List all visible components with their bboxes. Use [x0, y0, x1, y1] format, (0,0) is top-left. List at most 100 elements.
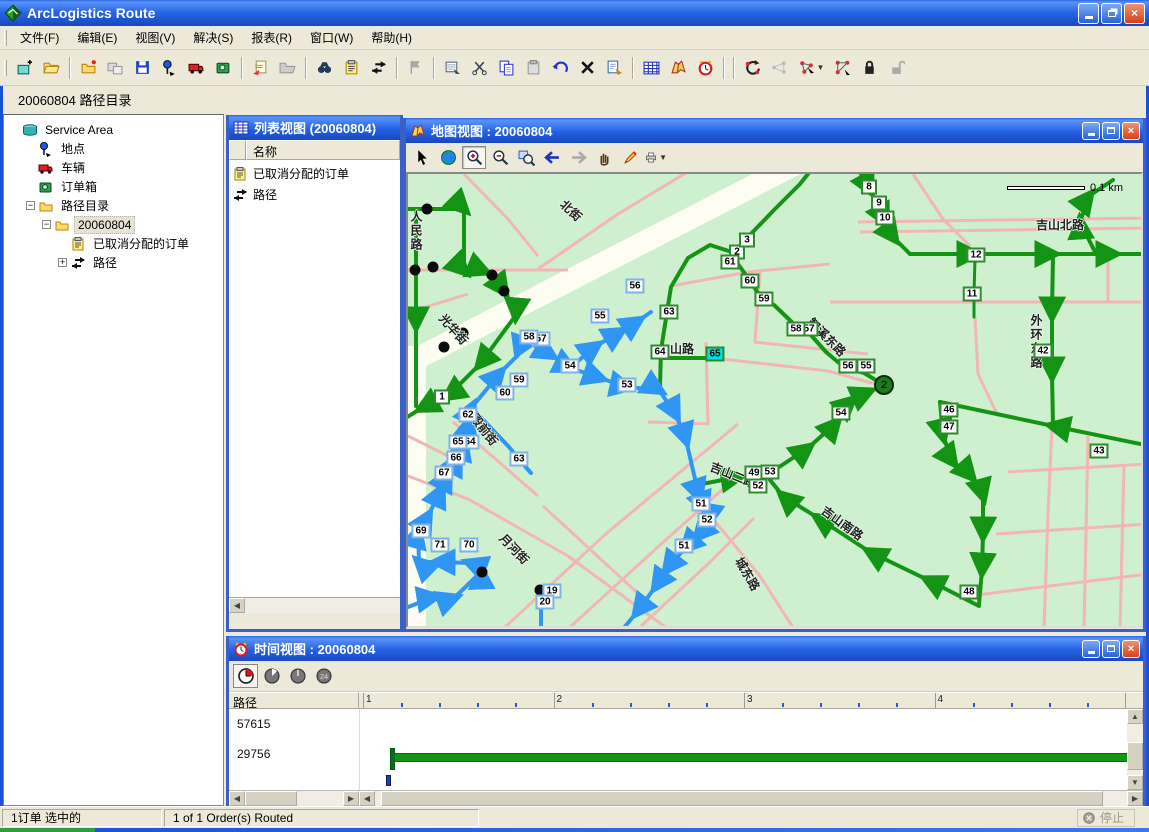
tree-expander[interactable]: +: [58, 258, 67, 267]
map-stop-marker-1[interactable]: 1: [434, 390, 450, 405]
tree-item-service-area[interactable]: Service Area: [4, 120, 223, 139]
tree-item-路径[interactable]: +路径: [4, 253, 223, 272]
dropdown-caret-icon[interactable]: ▼: [817, 63, 825, 72]
map-stop-marker-3[interactable]: 3: [739, 233, 755, 248]
map-stop-marker-63[interactable]: 63: [659, 305, 678, 320]
list-row-已取消分配的订单[interactable]: 已取消分配的订单: [229, 163, 400, 184]
map-close-button[interactable]: ×: [1122, 122, 1140, 140]
zoom-to-selected-tool[interactable]: [514, 146, 538, 169]
draw-tool[interactable]: [618, 146, 642, 169]
print-tool[interactable]: ▼: [644, 146, 668, 169]
map-stop-marker-63[interactable]: 63: [509, 452, 528, 467]
scroll-left-arrow[interactable]: ◀: [229, 791, 245, 806]
time-close-button[interactable]: ×: [1122, 640, 1140, 658]
map-stop-marker-61[interactable]: 61: [720, 255, 739, 270]
tree-expander[interactable]: −: [26, 201, 35, 210]
list-view-titlebar[interactable]: 列表视图 (20060804): [229, 115, 400, 140]
depot-marker[interactable]: 2: [874, 375, 894, 395]
save-button[interactable]: [130, 55, 155, 80]
route-row-label-29756[interactable]: 29756: [237, 747, 270, 761]
title-bar[interactable]: ArcLogistics Route ×: [0, 0, 1149, 26]
map-stop-marker-9[interactable]: 9: [871, 196, 887, 211]
map-stop-marker-69[interactable]: 69: [411, 524, 430, 539]
route-gantt-bar[interactable]: [394, 753, 1127, 762]
list-hscrollbar[interactable]: ◀: [229, 597, 400, 613]
timeline-hscrollbar[interactable]: ◀ ▶: [359, 791, 1143, 806]
build-routes-button[interactable]: [740, 55, 765, 80]
zoom-out-tool[interactable]: [488, 146, 512, 169]
route-select-tool-button[interactable]: [830, 55, 855, 80]
orders-list-button[interactable]: [339, 55, 364, 80]
list-header-name[interactable]: 名称: [246, 140, 400, 160]
stop-button[interactable]: 停止: [1077, 809, 1135, 827]
paste-special-button[interactable]: [602, 55, 627, 80]
map-stop-marker-55[interactable]: 55: [856, 359, 875, 374]
minimize-button[interactable]: [1078, 3, 1099, 24]
map-stop-marker-60[interactable]: 60: [740, 274, 759, 289]
delete-button[interactable]: [575, 55, 600, 80]
scroll-right-arrow[interactable]: ▶: [343, 791, 359, 806]
map-stop-marker-51[interactable]: 51: [674, 539, 693, 554]
tree-item-已取消分配的订单[interactable]: 已取消分配的订单: [4, 234, 223, 253]
map-stop-marker-20[interactable]: 20: [535, 595, 554, 610]
map-view-button[interactable]: [666, 55, 691, 80]
menu-e[interactable]: 编辑(E): [68, 26, 126, 49]
map-view-titlebar[interactable]: 地图视图 : 20060804 ×: [406, 118, 1143, 143]
restore-button[interactable]: [1101, 3, 1122, 24]
tree-item-20060804[interactable]: −20060804: [4, 215, 223, 234]
gantt-area[interactable]: [359, 709, 1127, 790]
tree-item-订单箱[interactable]: 订单箱: [4, 177, 223, 196]
map-stop-marker-10[interactable]: 10: [875, 211, 894, 226]
properties-button[interactable]: [440, 55, 465, 80]
copy-button[interactable]: [494, 55, 519, 80]
map-stop-marker-55[interactable]: 55: [590, 309, 609, 324]
previous-extent-tool[interactable]: [540, 146, 564, 169]
map-canvas[interactable]: 0.1 km 北街人民路光华街吉山北路智溪东路外环东路山路殿前街月河街吉山二路吉…: [406, 172, 1143, 628]
route-column-hscrollbar[interactable]: ◀ ▶: [229, 791, 359, 806]
map-minimize-button[interactable]: [1082, 122, 1100, 140]
import-orders-button[interactable]: [248, 55, 273, 80]
map-stop-marker-54[interactable]: 54: [831, 406, 850, 421]
tree-item-地点[interactable]: 地点: [4, 139, 223, 158]
map-stop-marker-54[interactable]: 54: [560, 359, 579, 374]
time-scale-1[interactable]: [233, 664, 258, 688]
undo-button[interactable]: [548, 55, 573, 80]
map-maximize-button[interactable]: [1102, 122, 1120, 140]
scroll-right-arrow[interactable]: ▶: [1127, 791, 1143, 806]
tree-item-车辆[interactable]: 车辆: [4, 158, 223, 177]
full-extent-tool[interactable]: [436, 146, 460, 169]
map-stop-marker-58[interactable]: 58: [519, 330, 538, 345]
find-button[interactable]: [312, 55, 337, 80]
map-stop-marker-48[interactable]: 48: [959, 585, 978, 600]
zoom-in-tool[interactable]: [462, 146, 486, 169]
time-view-titlebar[interactable]: 时间视图 : 20060804 ×: [229, 636, 1143, 661]
menu-s[interactable]: 解决(S): [184, 26, 242, 49]
route-row-label-57615[interactable]: 57615: [237, 717, 270, 731]
toolbar-grip[interactable]: [4, 60, 7, 76]
menu-grip[interactable]: [4, 30, 7, 46]
map-stop-marker-59[interactable]: 59: [754, 292, 773, 307]
open-button[interactable]: [39, 55, 64, 80]
map-stop-marker-66[interactable]: 66: [446, 451, 465, 466]
dropdown-caret-icon[interactable]: ▼: [659, 153, 667, 162]
map-stop-marker-11[interactable]: 11: [963, 287, 982, 302]
map-stop-marker-62[interactable]: 62: [458, 408, 477, 423]
scroll-left-arrow[interactable]: ◀: [359, 791, 375, 806]
close-button[interactable]: ×: [1124, 3, 1145, 24]
map-stop-marker-70[interactable]: 70: [459, 538, 478, 553]
menu-w[interactable]: 窗口(W): [301, 26, 362, 49]
time-scale-2[interactable]: [259, 664, 284, 688]
map-stop-marker-65[interactable]: 65: [705, 347, 724, 362]
map-stop-marker-42[interactable]: 42: [1033, 344, 1052, 359]
order-box-button[interactable]: [211, 55, 236, 80]
list-header-blank[interactable]: [229, 140, 246, 160]
pan-tool[interactable]: [592, 146, 616, 169]
time-maximize-button[interactable]: [1102, 640, 1120, 658]
locations-button[interactable]: [157, 55, 182, 80]
time-scale-3[interactable]: [285, 664, 310, 688]
map-stop-marker-52[interactable]: 52: [697, 513, 716, 528]
time-cursor[interactable]: [386, 775, 391, 786]
vscroll-thumb[interactable]: [1127, 742, 1143, 770]
time-scale[interactable]: 1234: [359, 692, 1143, 708]
cut-button[interactable]: [467, 55, 492, 80]
